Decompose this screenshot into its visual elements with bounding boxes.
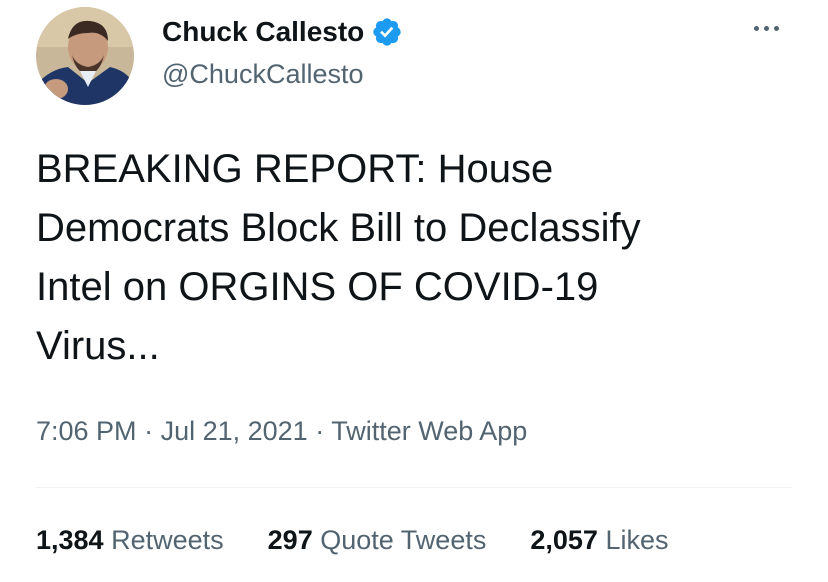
tweet-text-line: Intel on ORGINS OF COVID-19: [36, 265, 599, 309]
likes-count: 2,057: [530, 525, 598, 555]
retweets-stat[interactable]: 1,384 Retweets: [36, 522, 224, 558]
engagement-stats: 1,384 Retweets 297 Quote Tweets 2,057 Li…: [36, 522, 668, 558]
quote-tweets-count: 297: [267, 525, 313, 555]
divider: [36, 487, 792, 488]
more-dot: [763, 25, 769, 31]
tweet-metadata: 7:06 PM · Jul 21, 2021 · Twitter Web App: [36, 413, 527, 449]
more-dot: [773, 25, 779, 31]
author-display-name[interactable]: Chuck Callesto: [162, 14, 364, 50]
retweets-label: Retweets: [111, 525, 224, 555]
author-display-name-row[interactable]: Chuck Callesto: [162, 14, 403, 50]
author-handle[interactable]: @ChuckCallesto: [162, 57, 364, 91]
more-dot: [753, 25, 759, 31]
verified-badge-icon: [371, 16, 403, 48]
likes-label: Likes: [605, 525, 669, 555]
tweet-text: BREAKING REPORT: House Democrats Block B…: [36, 140, 796, 376]
meta-separator: ·: [136, 416, 161, 446]
tweet-text-line: Democrats Block Bill to Declassify: [36, 206, 641, 250]
tweet-time[interactable]: 7:06 PM: [36, 416, 137, 446]
quote-tweets-label: Quote Tweets: [320, 525, 487, 555]
tweet-text-line: Virus...: [36, 324, 160, 368]
retweets-count: 1,384: [36, 525, 104, 555]
more-options-icon[interactable]: [744, 18, 788, 38]
meta-separator: ·: [307, 416, 332, 446]
avatar[interactable]: [36, 7, 134, 105]
tweet-card: Chuck Callesto @ChuckCallesto BREAKING R…: [0, 0, 828, 582]
quote-tweets-stat[interactable]: 297 Quote Tweets: [268, 522, 487, 558]
tweet-source[interactable]: Twitter Web App: [331, 416, 527, 446]
avatar-photo: [36, 7, 134, 105]
likes-stat[interactable]: 2,057 Likes: [530, 522, 668, 558]
tweet-date[interactable]: Jul 21, 2021: [161, 416, 308, 446]
tweet-text-line: BREAKING REPORT: House: [36, 147, 554, 191]
